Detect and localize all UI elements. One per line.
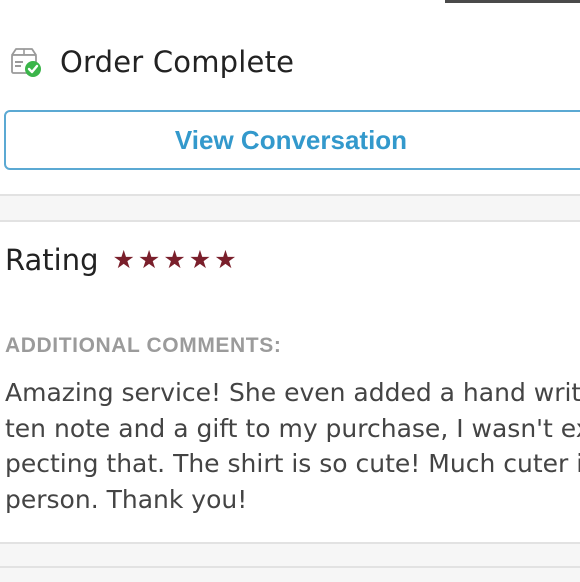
bottom-section-divider [0,542,580,582]
section-divider [0,194,580,222]
divider-line [0,566,580,568]
additional-comments-heading: ADDITIONAL COMMENTS: [5,334,282,357]
star-icon: ★ [137,245,161,274]
star-icon: ★ [163,245,186,274]
order-status-header: Order Complete [8,40,294,84]
rating-stars: ★ ★ ★ ★ ★ [112,245,237,274]
star-icon: ★ [188,245,212,274]
review-comment: Amazing service! She even added a hand w… [5,375,580,517]
order-status-title: Order Complete [60,45,295,79]
comment-line: person. Thank you! [5,484,248,514]
star-icon: ★ [112,245,135,274]
star-icon: ★ [214,245,237,274]
rating-row: Rating ★ ★ ★ ★ ★ [5,238,237,282]
rating-label: Rating [5,243,99,277]
comment-line: Amazing service! She even added a hand w… [5,378,580,407]
top-divider [445,0,580,3]
comment-line: pecting that. The shirt is so cute! Much… [5,449,580,478]
view-conversation-button[interactable]: View Conversation [4,110,580,170]
comment-line: ten note and a gift to my purchase, I wa… [5,413,580,443]
package-check-icon [8,45,42,79]
